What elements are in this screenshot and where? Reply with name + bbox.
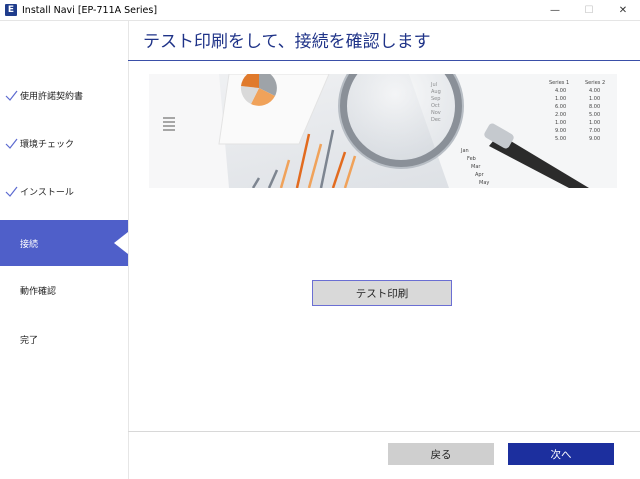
svg-text:Feb: Feb [467,156,476,162]
svg-text:1.00: 1.00 [589,120,600,126]
heading-divider [128,60,640,61]
step-label: インストール [20,187,74,198]
footer-divider [128,431,640,432]
step-operation-check: 動作確認 [0,267,128,313]
svg-text:4.00: 4.00 [555,88,566,94]
checkmark-icon [5,138,18,149]
step-license-agreement: 使用許諾契約書 [0,72,128,118]
svg-text:Series 2: Series 2 [585,80,605,86]
svg-text:4.00: 4.00 [589,88,600,94]
step-sidebar: 使用許諾契約書 環境チェック インストール 接続 動作確認 完了 [0,21,129,479]
svg-text:7.00: 7.00 [589,128,600,134]
step-install: インストール [0,168,128,214]
step-complete: 完了 [0,316,128,362]
window-controls: — ☐ ✕ [538,0,640,20]
step-label: 接続 [20,239,39,250]
step-connection: 接続 [0,220,128,266]
checkmark-icon [5,90,18,101]
step-label: 動作確認 [20,286,57,297]
svg-text:9.00: 9.00 [589,136,600,142]
svg-text:5.00: 5.00 [555,136,566,142]
test-print-button[interactable]: テスト印刷 [312,280,452,306]
step-environment-check: 環境チェック [0,120,128,166]
svg-text:1.00: 1.00 [555,120,566,126]
next-button[interactable]: 次へ [508,443,614,465]
close-button[interactable]: ✕ [606,0,640,20]
window-title: Install Navi [EP-711A Series] [22,4,158,16]
magnifier-illustration: Jul Aug Sep Oct Nov Dec Jan Feb Mar Apr … [149,74,617,188]
checkmark-icon [5,186,18,197]
svg-text:1.00: 1.00 [555,96,566,102]
svg-text:1.00: 1.00 [589,96,600,102]
app-icon: E [5,4,17,16]
svg-text:6.00: 6.00 [555,104,566,110]
maximize-button[interactable]: ☐ [572,0,606,20]
back-button[interactable]: 戻る [388,443,494,465]
svg-text:Apr: Apr [475,172,485,178]
minimize-button[interactable]: — [538,0,572,20]
svg-text:Jan: Jan [460,148,469,154]
step-label: 完了 [20,335,39,346]
svg-text:May: May [479,180,489,186]
step-label: 使用許諾契約書 [20,91,84,102]
svg-text:Mar: Mar [471,164,481,170]
svg-text:5.00: 5.00 [589,112,600,118]
banner-image: Jul Aug Sep Oct Nov Dec Jan Feb Mar Apr … [149,74,617,188]
svg-text:Series 1: Series 1 [549,80,569,86]
svg-text:9.00: 9.00 [555,128,566,134]
title-bar: E Install Navi [EP-711A Series] — ☐ ✕ [0,0,640,21]
svg-text:2.00: 2.00 [555,112,566,118]
step-label: 環境チェック [20,139,75,150]
page-title: テスト印刷をして、接続を確認します [143,32,431,52]
svg-text:8.00: 8.00 [589,104,600,110]
